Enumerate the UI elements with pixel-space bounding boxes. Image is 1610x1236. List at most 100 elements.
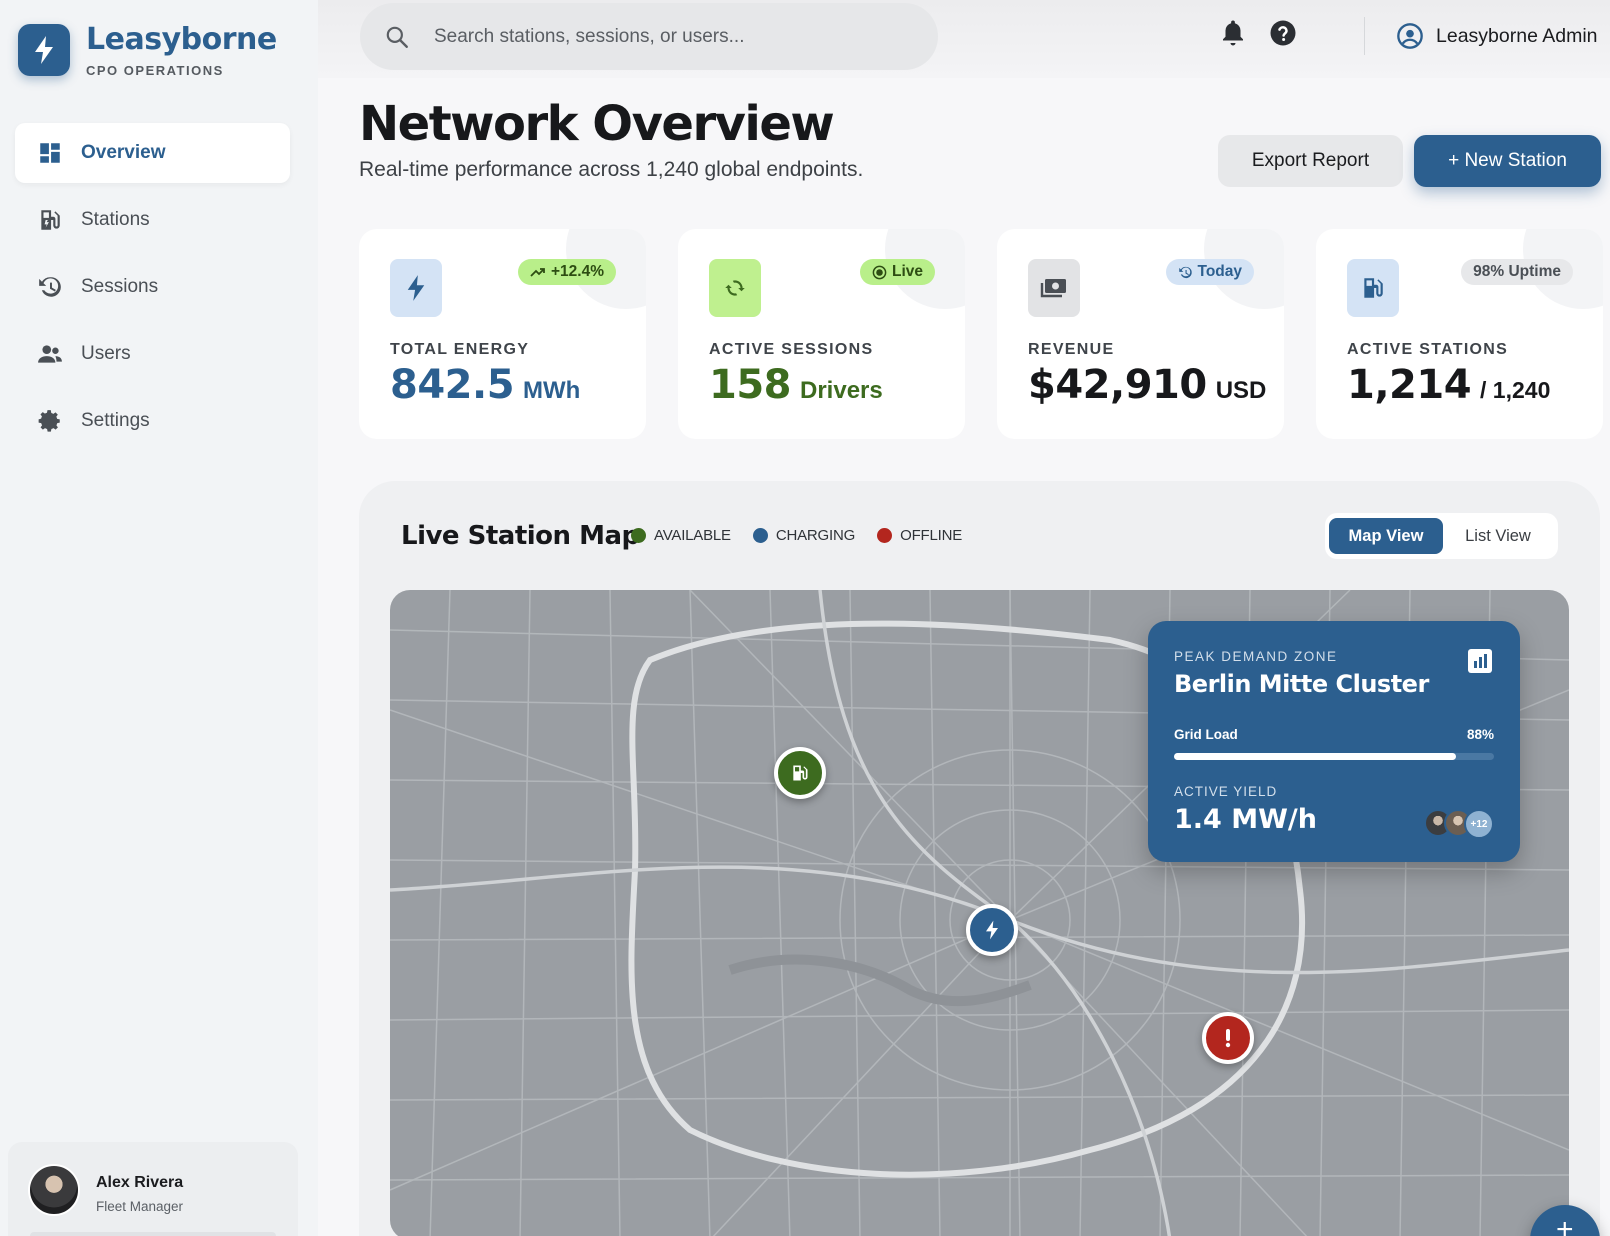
history-icon	[39, 277, 61, 297]
help-icon[interactable]	[1268, 18, 1298, 48]
search-bar[interactable]	[360, 3, 938, 70]
active-yield-label: ACTIVE YIELD	[1174, 784, 1278, 799]
sidebar-item-sessions[interactable]: Sessions	[15, 257, 290, 317]
legend-label: AVAILABLE	[654, 527, 731, 544]
page-subtitle: Real-time performance across 1,240 globa…	[359, 158, 864, 181]
page-title: Network Overview	[359, 96, 835, 152]
legend-dot	[877, 528, 893, 543]
avatar-stack: +12	[1424, 809, 1494, 839]
user-name: Alex Rivera	[96, 1174, 184, 1191]
gear-icon	[38, 410, 60, 432]
badge-text: Live	[891, 263, 923, 280]
kpi-card-total-energy: +12.4% TOTAL ENERGY 842.5 MWh	[359, 229, 646, 439]
map-view-tab[interactable]: Map View	[1329, 518, 1443, 554]
badge-text: Today	[1197, 263, 1243, 280]
kpi-unit: USD	[1215, 377, 1267, 404]
kpi-value: 1,214	[1347, 362, 1472, 408]
kpi-value: 842.5	[390, 362, 515, 408]
view-toggle: Map View List View	[1325, 513, 1558, 559]
sidebar-item-users[interactable]: Users	[15, 324, 290, 384]
live-dot-icon	[872, 265, 887, 279]
map-legend: AVAILABLE CHARGING OFFLINE	[631, 527, 984, 544]
users-icon	[38, 345, 62, 363]
station-map[interactable]: PEAK DEMAND ZONE Berlin Mitte Cluster Gr…	[390, 590, 1569, 1236]
brand[interactable]: Leasyborne CPO OPERATIONS	[18, 22, 277, 78]
account-circle-icon	[1397, 23, 1423, 49]
ev-station-icon	[1347, 259, 1399, 317]
kpi-card-revenue: Today REVENUE $42,910 USD	[997, 229, 1284, 439]
history-icon	[1178, 266, 1192, 278]
kpi-unit: / 1,240	[1480, 377, 1551, 403]
bar-chart-icon[interactable]	[1468, 649, 1492, 673]
kpi-label: REVENUE	[1028, 341, 1115, 358]
new-station-button[interactable]: + New Station	[1414, 135, 1601, 187]
station-pin-available[interactable]	[774, 747, 826, 799]
grid-load-bar	[1174, 753, 1494, 760]
kpi-label: ACTIVE STATIONS	[1347, 341, 1509, 358]
sidebar-item-overview[interactable]: Overview	[15, 123, 290, 183]
grid-load-value: 88%	[1466, 727, 1494, 742]
badge-text: +12.4%	[550, 263, 604, 280]
sidebar-item-label: Settings	[81, 410, 150, 431]
kpi-value: 158	[709, 362, 792, 408]
bolt-icon	[986, 920, 998, 940]
kpi-card-active-sessions: Live ACTIVE SESSIONS 158 Drivers	[678, 229, 965, 439]
user-role: Fleet Manager	[96, 1199, 184, 1214]
peak-demand-zone-card[interactable]: PEAK DEMAND ZONE Berlin Mitte Cluster Gr…	[1148, 621, 1520, 862]
legend-dot	[631, 528, 646, 543]
sidebar-item-stations[interactable]: Stations	[15, 190, 290, 250]
active-yield-value: 1.4 MW/h	[1174, 804, 1317, 835]
legend-label: CHARGING	[775, 527, 856, 544]
bolt-icon	[18, 24, 70, 76]
trending-up-icon	[530, 268, 545, 277]
station-pin-charging[interactable]	[966, 904, 1018, 956]
admin-label: Leasyborne Admin	[1436, 24, 1598, 47]
legend-offline: OFFLINE	[877, 527, 962, 544]
sidebar-item-label: Overview	[81, 142, 166, 163]
grid-load-fill	[1174, 753, 1456, 760]
badge-text: 98% Uptime	[1473, 263, 1561, 280]
bolt-icon	[390, 259, 442, 317]
payments-icon	[1028, 259, 1080, 317]
legend-label: OFFLINE	[900, 527, 963, 544]
grid-load-label: Grid Load	[1174, 727, 1238, 742]
bell-icon[interactable]	[1218, 18, 1248, 48]
more-users-count: +12	[1464, 809, 1494, 839]
legend-available: AVAILABLE	[631, 527, 731, 544]
kpi-label: ACTIVE SESSIONS	[709, 341, 874, 358]
kpi-unit: Drivers	[800, 377, 883, 404]
top-header: Leasyborne Admin	[318, 0, 1610, 78]
kpi-label: TOTAL ENERGY	[390, 341, 530, 358]
admin-account-menu[interactable]: Leasyborne Admin	[1396, 22, 1598, 50]
sidebar-nav: Overview Stations Sessions Users Setting…	[15, 123, 290, 458]
brand-name: Leasyborne	[86, 22, 277, 57]
fab-label: +	[1556, 1213, 1574, 1236]
live-badge: Live	[859, 259, 935, 285]
sync-icon	[709, 259, 761, 317]
search-icon	[386, 26, 408, 48]
kpi-card-active-stations: 98% Uptime ACTIVE STATIONS 1,214 / 1,240	[1316, 229, 1603, 439]
brand-subtitle: CPO OPERATIONS	[86, 63, 224, 78]
search-input[interactable]	[434, 25, 894, 48]
map-title: Live Station Map	[401, 521, 640, 551]
kpi-value: $42,910	[1028, 362, 1207, 408]
ev-station-icon	[41, 210, 60, 230]
zone-kicker: PEAK DEMAND ZONE	[1174, 649, 1338, 664]
sidebar-item-label: Stations	[81, 209, 150, 230]
user-card-divider	[30, 1232, 276, 1236]
export-report-button[interactable]: Export Report	[1218, 135, 1403, 187]
dashboard-icon	[40, 143, 60, 163]
live-station-map-panel: Live Station Map AVAILABLE CHARGING OFFL…	[359, 481, 1600, 1236]
sidebar-item-label: Users	[81, 343, 131, 364]
station-pin-offline[interactable]	[1202, 1012, 1254, 1064]
date-badge: Today	[1165, 259, 1254, 285]
sidebar-item-label: Sessions	[81, 276, 159, 297]
list-view-tab[interactable]: List View	[1443, 518, 1553, 554]
legend-charging: CHARGING	[752, 527, 856, 544]
trend-badge: +12.4%	[517, 259, 616, 285]
user-profile-card[interactable]: Alex Rivera Fleet Manager	[8, 1142, 298, 1236]
zone-title: Berlin Mitte Cluster	[1174, 670, 1429, 698]
header-divider	[1364, 17, 1365, 55]
uptime-badge: 98% Uptime	[1461, 259, 1573, 285]
sidebar-item-settings[interactable]: Settings	[15, 391, 290, 451]
